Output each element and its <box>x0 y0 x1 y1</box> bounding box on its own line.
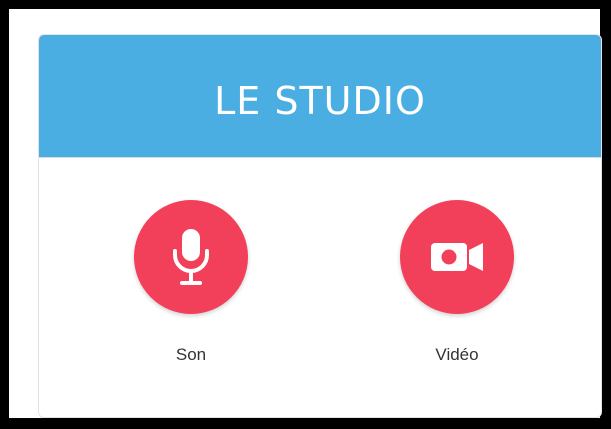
screenshot-frame: LE STUDIO Son Vidéo <box>0 0 611 429</box>
video-label[interactable]: Vidéo <box>387 345 527 365</box>
son-button[interactable]: Son <box>121 200 261 365</box>
video-button[interactable]: Vidéo <box>387 200 527 365</box>
son-label[interactable]: Son <box>121 345 261 365</box>
video-camera-icon <box>431 243 483 271</box>
studio-card: LE STUDIO Son Vidéo <box>38 34 602 418</box>
header-divider <box>39 157 601 158</box>
son-icon-circle[interactable] <box>134 200 248 314</box>
microphone-icon <box>173 229 209 285</box>
video-icon-circle[interactable] <box>400 200 514 314</box>
studio-title: LE STUDIO <box>214 79 426 123</box>
studio-header: LE STUDIO <box>39 35 601 157</box>
